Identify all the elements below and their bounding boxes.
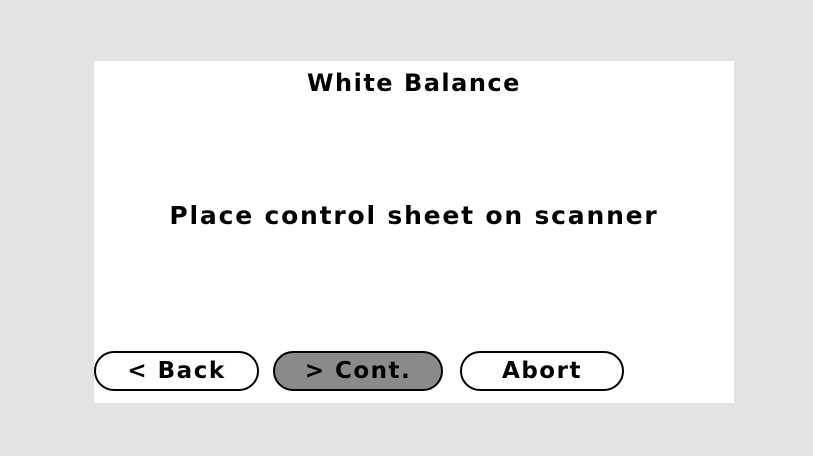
- back-button-label: < Back: [127, 358, 226, 384]
- abort-button[interactable]: Abort: [460, 351, 624, 391]
- continue-button-label: > Cont.: [304, 358, 412, 384]
- dialog-panel: White Balance Place control sheet on sca…: [94, 61, 734, 403]
- continue-button[interactable]: > Cont.: [273, 351, 443, 391]
- instruction-message: Place control sheet on scanner: [169, 201, 659, 230]
- dialog-title: White Balance: [307, 69, 521, 97]
- back-button[interactable]: < Back: [94, 351, 259, 391]
- abort-button-label: Abort: [502, 358, 582, 384]
